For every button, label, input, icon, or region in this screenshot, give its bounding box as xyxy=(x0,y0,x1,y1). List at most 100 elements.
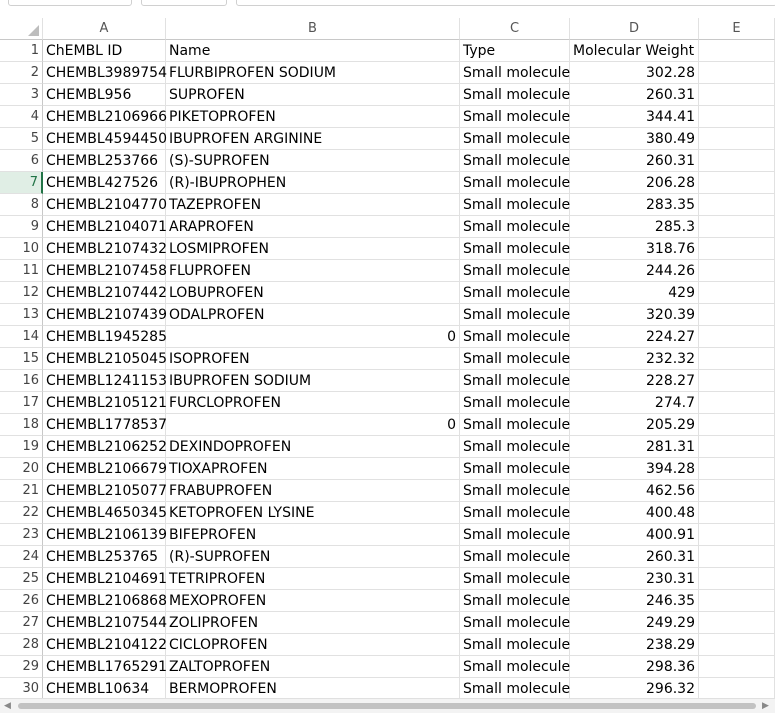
cell-molecular-weight[interactable]: 298.36 xyxy=(570,656,699,678)
cell-type[interactable]: Small molecule xyxy=(460,612,570,634)
cell-molecular-weight[interactable]: 205.29 xyxy=(570,414,699,436)
cell-type[interactable]: Small molecule xyxy=(460,106,570,128)
cell-name[interactable]: (S)-SUPROFEN xyxy=(166,150,460,172)
row-header[interactable]: 2 xyxy=(0,62,43,84)
scroll-left-arrow-icon[interactable]: ◀ xyxy=(4,701,11,711)
cell-chembl-id[interactable]: CHEMBL1945285 xyxy=(43,326,167,348)
cell-empty[interactable] xyxy=(699,568,775,590)
cell-empty[interactable] xyxy=(699,194,775,216)
cell-molecular-weight[interactable]: 285.3 xyxy=(570,216,699,238)
cell-chembl-id[interactable]: CHEMBL2104691 xyxy=(43,568,167,590)
toolbar-control-stub[interactable] xyxy=(8,0,132,6)
cell-empty[interactable] xyxy=(699,590,775,612)
toolbar-control-stub[interactable] xyxy=(141,0,227,6)
cell-type[interactable]: Small molecule xyxy=(460,458,570,480)
row-header[interactable]: 9 xyxy=(0,216,43,238)
cell-type[interactable]: Small molecule xyxy=(460,348,570,370)
cell-chembl-id[interactable]: CHEMBL2106966 xyxy=(43,106,167,128)
cell-empty[interactable] xyxy=(699,436,775,458)
cell-type[interactable]: Small molecule xyxy=(460,172,570,194)
cell-molecular-weight[interactable]: 429 xyxy=(570,282,699,304)
cell-empty[interactable] xyxy=(699,260,775,282)
horizontal-scrollbar[interactable]: ◀ ▶ xyxy=(0,698,775,713)
cell-type[interactable]: Small molecule xyxy=(460,656,570,678)
row-header[interactable]: 21 xyxy=(0,480,43,502)
row-header[interactable]: 14 xyxy=(0,326,43,348)
cell-type[interactable]: Small molecule xyxy=(460,260,570,282)
cell-name[interactable]: IBUPROFEN SODIUM xyxy=(166,370,460,392)
cell-molecular-weight[interactable]: 260.31 xyxy=(570,150,699,172)
cell-molecular-weight[interactable]: 224.27 xyxy=(570,326,699,348)
cell-chembl-id[interactable]: CHEMBL2105121 xyxy=(43,392,167,414)
cell-chembl-id[interactable]: CHEMBL2104071 xyxy=(43,216,167,238)
cell-name[interactable]: TAZEPROFEN xyxy=(166,194,460,216)
cell-molecular-weight[interactable]: 302.28 xyxy=(570,62,699,84)
cell-name[interactable]: Name xyxy=(166,40,460,62)
cell-empty[interactable] xyxy=(699,480,775,502)
cell-empty[interactable] xyxy=(699,348,775,370)
cell-chembl-id[interactable]: CHEMBL2107439 xyxy=(43,304,167,326)
cell-chembl-id[interactable]: CHEMBL2107442 xyxy=(43,282,167,304)
cell-chembl-id[interactable]: CHEMBL2107544 xyxy=(43,612,167,634)
cell-type[interactable]: Small molecule xyxy=(460,502,570,524)
cell-chembl-id[interactable]: CHEMBL253765 xyxy=(43,546,166,568)
row-header[interactable]: 19 xyxy=(0,436,43,458)
cell-chembl-id[interactable]: CHEMBL1241153 xyxy=(43,370,167,392)
row-header[interactable]: 23 xyxy=(0,524,43,546)
row-header[interactable]: 12 xyxy=(0,282,43,304)
cell-molecular-weight[interactable]: 238.29 xyxy=(570,634,699,656)
cell-chembl-id[interactable]: CHEMBL3989754 xyxy=(43,62,167,84)
cell-name[interactable]: ZOLIPROFEN xyxy=(166,612,460,634)
cell-name[interactable]: PIKETOPROFEN xyxy=(166,106,460,128)
row-header[interactable]: 17 xyxy=(0,392,43,414)
cell-type[interactable]: Small molecule xyxy=(460,304,570,326)
cell-chembl-id[interactable]: CHEMBL427526 xyxy=(43,172,166,194)
row-header[interactable]: 10 xyxy=(0,238,43,260)
row-header[interactable]: 4 xyxy=(0,106,43,128)
cell-molecular-weight[interactable]: 380.49 xyxy=(570,128,699,150)
cell-molecular-weight[interactable]: 400.91 xyxy=(570,524,699,546)
cell-type[interactable]: Small molecule xyxy=(460,436,570,458)
cell-molecular-weight[interactable]: 344.41 xyxy=(570,106,699,128)
cell-chembl-id[interactable]: CHEMBL4650345 xyxy=(43,502,167,524)
cell-name[interactable]: TETRIPROFEN xyxy=(166,568,460,590)
cell-name[interactable]: DEXINDOPROFEN xyxy=(166,436,460,458)
cell-molecular-weight[interactable]: 232.32 xyxy=(570,348,699,370)
row-header[interactable]: 27 xyxy=(0,612,43,634)
cell-molecular-weight[interactable]: 318.76 xyxy=(570,238,699,260)
cell-empty[interactable] xyxy=(699,326,775,348)
cell-molecular-weight[interactable]: 283.35 xyxy=(570,194,699,216)
cell-name[interactable]: TIOXAPROFEN xyxy=(166,458,460,480)
cell-molecular-weight[interactable]: 281.31 xyxy=(570,436,699,458)
cell-name[interactable]: CICLOPROFEN xyxy=(166,634,460,656)
cell-name[interactable]: (R)-IBUPROPHEN xyxy=(166,172,460,194)
cell-empty[interactable] xyxy=(699,304,775,326)
cell-type[interactable]: Small molecule xyxy=(460,62,570,84)
cell-type[interactable]: Small molecule xyxy=(460,194,570,216)
column-header-c[interactable]: C xyxy=(460,18,570,40)
cell-empty[interactable] xyxy=(699,546,775,568)
cell-chembl-id[interactable]: CHEMBL10634 xyxy=(43,678,166,700)
cell-empty[interactable] xyxy=(699,656,775,678)
cell-chembl-id[interactable]: CHEMBL1778537 xyxy=(43,414,167,436)
cell-empty[interactable] xyxy=(699,458,775,480)
cell-chembl-id[interactable]: CHEMBL2104770 xyxy=(43,194,167,216)
row-header[interactable]: 11 xyxy=(0,260,43,282)
cell-chembl-id[interactable]: CHEMBL1765291 xyxy=(43,656,167,678)
cell-empty[interactable] xyxy=(699,84,775,106)
cell-chembl-id[interactable]: CHEMBL2106868 xyxy=(43,590,167,612)
cell-molecular-weight[interactable]: 400.48 xyxy=(570,502,699,524)
cell-name[interactable]: LOBUPROFEN xyxy=(166,282,460,304)
cell-empty[interactable] xyxy=(699,502,775,524)
cell-type[interactable]: Small molecule xyxy=(460,568,570,590)
cell-molecular-weight[interactable]: 249.29 xyxy=(570,612,699,634)
cell-empty[interactable] xyxy=(699,150,775,172)
cell-name[interactable]: LOSMIPROFEN xyxy=(166,238,460,260)
column-header-d[interactable]: D xyxy=(570,18,699,40)
cell-name[interactable]: ZALTOPROFEN xyxy=(166,656,460,678)
cell-molecular-weight[interactable]: 206.28 xyxy=(570,172,699,194)
cell-name[interactable]: ARAPROFEN xyxy=(166,216,460,238)
row-header[interactable]: 25 xyxy=(0,568,43,590)
row-header[interactable]: 6 xyxy=(0,150,43,172)
cell-name[interactable]: IBUPROFEN ARGININE xyxy=(166,128,460,150)
